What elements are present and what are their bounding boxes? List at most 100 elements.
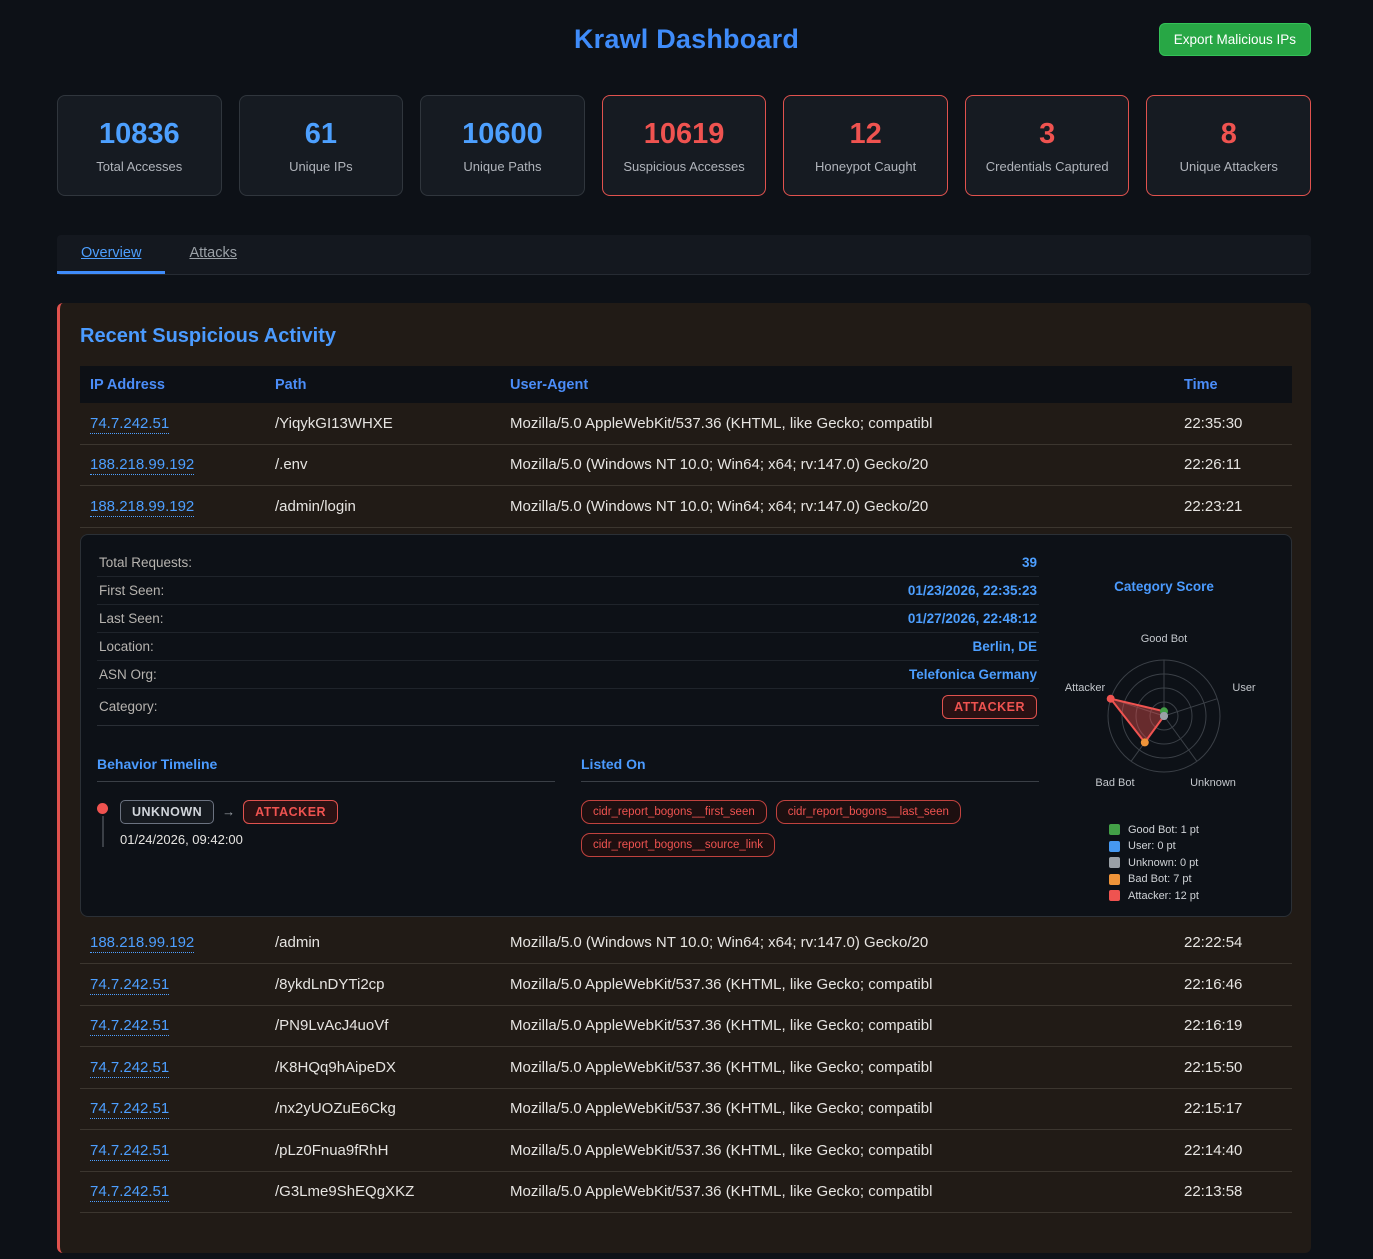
recent-suspicious-activity-panel: Recent Suspicious Activity IP Address Pa… — [57, 303, 1311, 1253]
svg-text:Unknown: Unknown — [1190, 777, 1236, 789]
legend-label: User: 0 pt — [1128, 840, 1176, 852]
row-user-agent: Mozilla/5.0 (Windows NT 10.0; Win64; x64… — [500, 934, 1174, 951]
table-row[interactable]: 74.7.242.51 /YiqykGI13WHXE Mozilla/5.0 A… — [80, 403, 1292, 445]
ip-detail-fields: Total Requests:39First Seen:01/23/2026, … — [97, 549, 1039, 689]
row-time: 22:16:46 — [1174, 976, 1292, 993]
table-row[interactable]: 188.218.99.192 /.env Mozilla/5.0 (Window… — [80, 445, 1292, 487]
detail-field-row: ASN Org:Telefonica Germany — [97, 661, 1039, 689]
detail-field-value: 01/23/2026, 22:35:23 — [908, 583, 1037, 598]
radar-chart-title: Category Score — [1053, 579, 1275, 594]
row-user-agent: Mozilla/5.0 (Windows NT 10.0; Win64; x64… — [500, 498, 1174, 515]
tab-overview[interactable]: Overview — [57, 235, 165, 274]
panel-title: Recent Suspicious Activity — [80, 325, 1292, 348]
row-time: 22:22:54 — [1174, 934, 1292, 951]
stat-card-suspicious-accesses: 10619 Suspicious Accesses — [602, 95, 767, 196]
timeline-from-badge: UNKNOWN — [120, 800, 214, 824]
timeline-line — [102, 816, 104, 847]
listed-on-badge[interactable]: cidr_report_bogons__first_seen — [581, 800, 767, 824]
tab-bar: Overview Attacks — [57, 235, 1311, 275]
row-path: /YiqykGI13WHXE — [265, 415, 500, 432]
column-header-path: Path — [265, 377, 500, 393]
ip-link[interactable]: 74.7.242.51 — [90, 1183, 169, 1202]
ip-link[interactable]: 188.218.99.192 — [90, 498, 194, 517]
detail-field-value: 39 — [1022, 555, 1037, 570]
detail-field-row: Location: Berlin, DE — [97, 633, 1039, 661]
detail-field-label: First Seen: — [99, 583, 164, 598]
row-path: /pLz0Fnua9fRhH — [265, 1142, 500, 1159]
stat-label: Honeypot Caught — [815, 159, 916, 174]
radar-legend-item: User: 0 pt — [1109, 840, 1275, 852]
row-time: 22:15:17 — [1174, 1100, 1292, 1117]
ip-link[interactable]: 74.7.242.51 — [90, 1059, 169, 1078]
row-user-agent: Mozilla/5.0 AppleWebKit/537.36 (KHTML, l… — [500, 415, 1174, 432]
detail-field-row: First Seen: 01/23/2026, 22:35:23 — [97, 577, 1039, 605]
table-row[interactable]: 188.218.99.192 /admin Mozilla/5.0 (Windo… — [80, 923, 1292, 965]
tab-attacks[interactable]: Attacks — [165, 235, 261, 274]
table-row[interactable]: 74.7.242.51 /8ykdLnDYTi2cp Mozilla/5.0 A… — [80, 964, 1292, 1006]
row-user-agent: Mozilla/5.0 AppleWebKit/537.36 (KHTML, l… — [500, 1017, 1174, 1034]
ip-link[interactable]: 74.7.242.51 — [90, 1017, 169, 1036]
timeline-dot-icon — [97, 803, 108, 814]
stat-value: 12 — [849, 118, 881, 151]
listed-on-badge[interactable]: cidr_report_bogons__source_link — [581, 833, 775, 857]
listed-on-badges: cidr_report_bogons__first_seen cidr_repor… — [581, 800, 1039, 857]
detail-field-value: 01/27/2026, 22:48:12 — [908, 611, 1037, 626]
row-path: /PN9LvAcJ4uoVf — [265, 1017, 500, 1034]
row-user-agent: Mozilla/5.0 AppleWebKit/537.36 (KHTML, l… — [500, 1100, 1174, 1117]
column-header-time: Time — [1174, 377, 1292, 393]
stat-label: Suspicious Accesses — [623, 159, 744, 174]
stat-card-unique-attackers: 8 Unique Attackers — [1146, 95, 1311, 196]
radar-chart-legend: Good Bot: 1 ptUser: 0 ptUnknown: 0 ptBad… — [1053, 824, 1275, 902]
stat-label: Unique Paths — [463, 159, 541, 174]
app-header: Krawl Dashboard Export Malicious IPs — [0, 0, 1373, 85]
stat-value: 10836 — [99, 118, 180, 151]
table-rows-top: 74.7.242.51 /YiqykGI13WHXE Mozilla/5.0 A… — [80, 403, 1292, 528]
table-row[interactable]: 74.7.242.51 /K8HQq9hAipeDX Mozilla/5.0 A… — [80, 1047, 1292, 1089]
radar-legend-item: Good Bot: 1 pt — [1109, 824, 1275, 836]
row-time: 22:35:30 — [1174, 415, 1292, 432]
detail-field-label: ASN Org: — [99, 667, 157, 682]
legend-label: Good Bot: 1 pt — [1128, 824, 1199, 836]
stat-card-honeypot-caught: 12 Honeypot Caught — [783, 95, 948, 196]
table-row[interactable]: 74.7.242.51 /pLz0Fnua9fRhH Mozilla/5.0 A… — [80, 1130, 1292, 1172]
row-path: /G3Lme9ShEQgXKZ — [265, 1183, 500, 1200]
ip-link[interactable]: 74.7.242.51 — [90, 415, 169, 434]
svg-text:Attacker: Attacker — [1065, 682, 1106, 694]
ip-link[interactable]: 188.218.99.192 — [90, 934, 194, 953]
legend-label: Unknown: 0 pt — [1128, 857, 1198, 869]
ip-link[interactable]: 188.218.99.192 — [90, 456, 194, 475]
export-malicious-ips-button[interactable]: Export Malicious IPs — [1159, 23, 1311, 56]
arrow-right-icon: → — [222, 804, 235, 819]
row-path: /admin/login — [265, 498, 500, 515]
detail-field-label: Location: — [99, 639, 154, 654]
ip-link[interactable]: 74.7.242.51 — [90, 1100, 169, 1119]
radar-legend-item: Attacker: 12 pt — [1109, 890, 1275, 902]
detail-field-value: Berlin, DE — [972, 639, 1037, 654]
listed-on-section: Listed On cidr_report_bogons__first_seen… — [581, 756, 1039, 857]
column-header-user-agent: User-Agent — [500, 377, 1174, 393]
timeline-timestamp: 01/24/2026, 09:42:00 — [120, 832, 338, 847]
detail-sub-sections: Behavior Timeline UNKNOWN → ATTACKER — [97, 756, 1039, 857]
row-time: 22:23:21 — [1174, 498, 1292, 515]
table-row[interactable]: 74.7.242.51 /G3Lme9ShEQgXKZ Mozilla/5.0 … — [80, 1172, 1292, 1214]
row-path: /K8HQq9hAipeDX — [265, 1059, 500, 1076]
svg-text:Good Bot: Good Bot — [1141, 633, 1187, 645]
stat-label: Total Accesses — [96, 159, 182, 174]
timeline-marker — [97, 800, 108, 847]
radar-legend-item: Unknown: 0 pt — [1109, 857, 1275, 869]
listed-on-badge[interactable]: cidr_report_bogons__last_seen — [776, 800, 961, 824]
legend-swatch-icon — [1109, 890, 1120, 901]
table-row[interactable]: 74.7.242.51 /PN9LvAcJ4uoVf Mozilla/5.0 A… — [80, 1006, 1292, 1048]
category-label: Category: — [99, 699, 158, 714]
legend-swatch-icon — [1109, 824, 1120, 835]
ip-link[interactable]: 74.7.242.51 — [90, 976, 169, 995]
svg-text:User: User — [1232, 682, 1256, 694]
table-rows-bottom: 188.218.99.192 /admin Mozilla/5.0 (Windo… — [80, 923, 1292, 1214]
stats-row: 10836 Total Accesses 61 Unique IPs 10600… — [0, 85, 1373, 196]
table-row[interactable]: 74.7.242.51 /nx2yUOZuE6Ckg Mozilla/5.0 A… — [80, 1089, 1292, 1131]
legend-swatch-icon — [1109, 874, 1120, 885]
behavior-timeline-title: Behavior Timeline — [97, 756, 555, 782]
table-row[interactable]: 188.218.99.192 /admin/login Mozilla/5.0 … — [80, 486, 1292, 528]
row-user-agent: Mozilla/5.0 AppleWebKit/537.36 (KHTML, l… — [500, 1059, 1174, 1076]
ip-link[interactable]: 74.7.242.51 — [90, 1142, 169, 1161]
